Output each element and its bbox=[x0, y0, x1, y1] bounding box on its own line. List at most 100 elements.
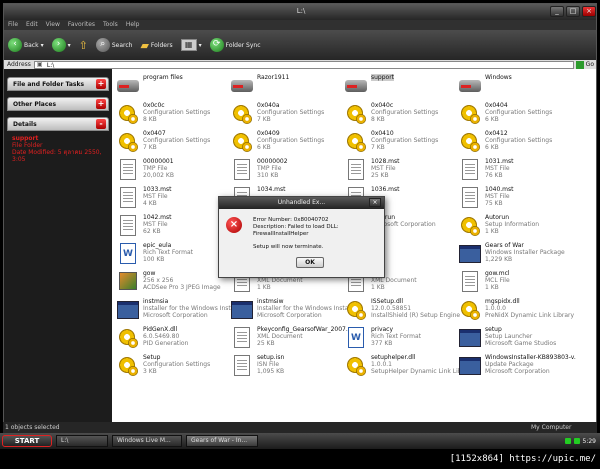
menu-help[interactable]: Help bbox=[126, 20, 140, 30]
details-header[interactable]: Details - bbox=[7, 117, 109, 131]
file-type: MST File bbox=[485, 165, 510, 172]
other-places-header[interactable]: Other Places + bbox=[7, 97, 109, 111]
file-size: 1 KB bbox=[485, 284, 499, 291]
folder-icon bbox=[458, 74, 482, 98]
status-selection: 1 objects selected bbox=[5, 424, 60, 431]
start-button[interactable]: START bbox=[2, 435, 52, 447]
tray-messenger-icon[interactable] bbox=[573, 438, 580, 444]
file-size: InstallShield (R) Setup Engine bbox=[371, 312, 461, 319]
dialog-close-button[interactable]: × bbox=[369, 198, 381, 207]
file-size: Microsoft Corporation bbox=[143, 312, 208, 319]
back-arrow-icon: ‹ bbox=[8, 38, 22, 52]
file-type: 1.0.0.1 bbox=[371, 361, 392, 368]
forward-button[interactable]: › ▾ bbox=[51, 38, 71, 52]
file-item[interactable]: WindowsInstaller-KB893803-v... Update Pac… bbox=[458, 354, 576, 386]
gear-icon bbox=[458, 102, 482, 126]
doc-icon bbox=[230, 354, 254, 378]
file-type: 1.0.0.0 bbox=[485, 305, 506, 312]
file-type: XML Document bbox=[371, 277, 417, 284]
up-folder-icon: ⇧ bbox=[78, 38, 88, 52]
search-button[interactable]: ⌕ Search bbox=[95, 38, 132, 52]
doc-icon bbox=[116, 158, 140, 182]
menu-tools[interactable]: Tools bbox=[103, 20, 118, 30]
file-name: gow.mcl bbox=[485, 270, 510, 277]
expand-icon[interactable]: + bbox=[96, 79, 106, 89]
file-name: epic_eula bbox=[143, 242, 172, 249]
menu-view[interactable]: View bbox=[46, 20, 60, 30]
expand-icon[interactable]: + bbox=[96, 99, 106, 109]
file-type: Configuration Settings bbox=[257, 109, 325, 116]
task-pane: File and Folder Tasks + Other Places + D… bbox=[4, 69, 112, 424]
task-windows-live-messenger[interactable]: Windows Live M... bbox=[112, 435, 182, 447]
address-input[interactable]: L:\ bbox=[33, 60, 574, 69]
folders-button[interactable]: ▰ Folders bbox=[140, 39, 172, 52]
file-item-text: setup.isn ISN File 1,095 KB bbox=[257, 354, 284, 386]
file-type: Configuration Settings bbox=[257, 137, 325, 144]
folder-icon: ▰ bbox=[140, 38, 149, 52]
minimize-button[interactable]: _ bbox=[550, 6, 564, 17]
menu-favorites[interactable]: Favorites bbox=[68, 20, 95, 30]
dialog-message: Error Number: 0x80040702 Description: Fa… bbox=[253, 217, 384, 251]
file-size: 75 KB bbox=[485, 200, 503, 207]
file-name: 0x0410 bbox=[371, 130, 394, 137]
folder-sync-button[interactable]: ⟳ Folder Sync bbox=[209, 38, 261, 52]
file-name: 0x0409 bbox=[257, 130, 280, 137]
back-button[interactable]: ‹ Back ▾ bbox=[8, 38, 44, 52]
gear-icon bbox=[116, 102, 140, 126]
file-size: 1 KB bbox=[371, 284, 385, 291]
file-size: 20,002 KB bbox=[143, 172, 174, 179]
menu-file[interactable]: File bbox=[8, 20, 18, 30]
task-gears-of-war[interactable]: Gears of War - In... bbox=[186, 435, 258, 447]
ok-button[interactable]: OK bbox=[296, 257, 324, 268]
maximize-button[interactable]: □ bbox=[566, 6, 580, 17]
folder-icon bbox=[230, 74, 254, 98]
file-name: Pkeyconfig_GearsofWar_2007... bbox=[257, 326, 348, 333]
file-type: 6.0.5469.80 bbox=[143, 333, 180, 340]
system-tray: 5:29 bbox=[564, 438, 600, 445]
file-name: 1042.mst bbox=[143, 214, 172, 221]
close-button[interactable]: × bbox=[582, 6, 596, 17]
file-item[interactable]: Setup Configuration Settings 3 KB bbox=[116, 354, 234, 386]
file-name: Setup bbox=[143, 354, 161, 361]
error-number: Error Number: 0x80040702 bbox=[253, 217, 329, 223]
file-size: 25 KB bbox=[257, 340, 275, 347]
sync-icon: ⟳ bbox=[209, 38, 224, 52]
title-bar[interactable]: L:\ _ □ × bbox=[4, 4, 596, 20]
go-button[interactable]: Go bbox=[586, 61, 596, 68]
views-button[interactable]: ▦ ▾ bbox=[180, 39, 202, 51]
file-size: 7 KB bbox=[371, 144, 385, 151]
file-item-text: setuphelper.dll 1.0.0.1 SetupHelper Dynami… bbox=[371, 354, 462, 386]
go-arrow-icon[interactable] bbox=[575, 60, 584, 69]
collapse-icon[interactable]: - bbox=[96, 119, 106, 129]
clock[interactable]: 5:29 bbox=[583, 438, 596, 445]
file-size: SetupHelper Dynamic Link Librar... bbox=[371, 368, 462, 375]
tray-network-icon[interactable] bbox=[564, 438, 571, 444]
details-date: Date Modified: 5 ตุลาคม 2550, 3:05 bbox=[12, 149, 102, 163]
file-size: PreNidX Dynamic Link Library bbox=[485, 312, 575, 319]
details-name: support bbox=[12, 135, 39, 142]
file-item[interactable]: setuphelper.dll 1.0.0.1 SetupHelper Dynami… bbox=[344, 354, 462, 386]
task-explorer[interactable]: L:\ bbox=[56, 435, 108, 447]
file-folder-tasks-header[interactable]: File and Folder Tasks + bbox=[7, 77, 109, 91]
file-size: 6 KB bbox=[485, 116, 499, 123]
file-size: 6 KB bbox=[485, 144, 499, 151]
menu-edit[interactable]: Edit bbox=[26, 20, 38, 30]
folders-label: Folders bbox=[150, 41, 173, 49]
up-folder-button[interactable]: ⇧ bbox=[79, 39, 88, 52]
file-size: 8 KB bbox=[143, 116, 157, 123]
folder-icon bbox=[116, 74, 140, 98]
file-item-text: Setup Configuration Settings 3 KB bbox=[143, 354, 210, 386]
chevron-down-icon: ▾ bbox=[40, 41, 44, 49]
dialog-title-bar[interactable]: Unhandled Ex... × bbox=[219, 197, 384, 209]
gear-icon bbox=[116, 130, 140, 154]
file-type: Configuration Settings bbox=[485, 137, 553, 144]
views-icon: ▦ bbox=[180, 39, 197, 51]
app-icon bbox=[458, 326, 482, 350]
file-size: Microsoft Corporation bbox=[485, 368, 550, 375]
file-type: Configuration Settings bbox=[143, 137, 211, 144]
file-name: 1033.mst bbox=[143, 186, 172, 193]
back-label: Back bbox=[24, 41, 39, 49]
file-item[interactable]: setup.isn ISN File 1,095 KB bbox=[230, 354, 348, 386]
file-name: 0x0404 bbox=[485, 102, 508, 109]
file-type: Setup Launcher bbox=[485, 333, 533, 340]
